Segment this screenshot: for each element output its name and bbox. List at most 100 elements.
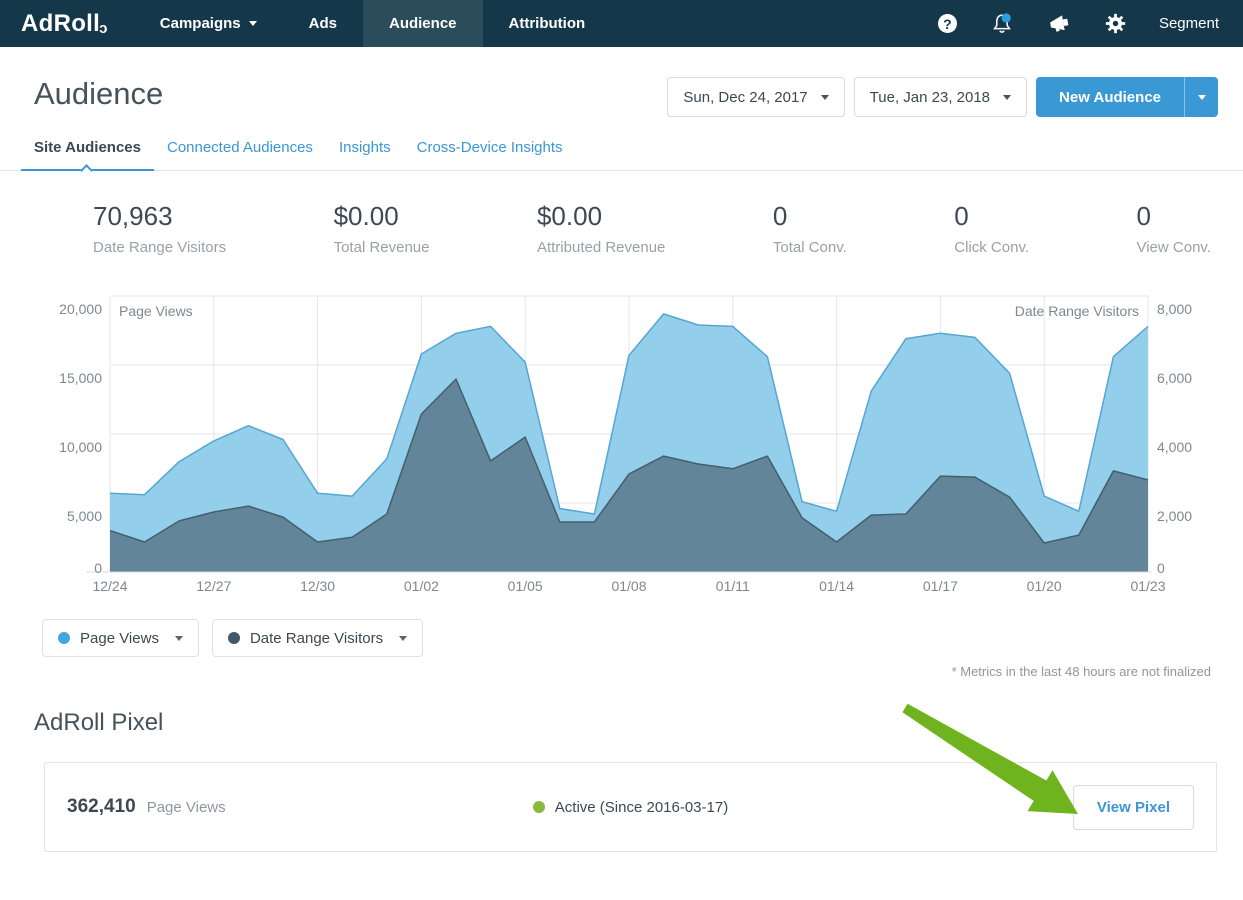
page-header: Audience Sun, Dec 24, 2017 Tue, Jan 23, … xyxy=(0,47,1243,117)
nav-item-attribution-label: Attribution xyxy=(509,15,586,32)
svg-text:01/05: 01/05 xyxy=(508,578,543,594)
new-audience-button[interactable]: New Audience xyxy=(1036,77,1184,117)
left-axis-title: Page Views xyxy=(119,303,193,319)
stat-date-range-visitors: 70,963 Date Range Visitors xyxy=(93,201,226,256)
page-views-series-dot xyxy=(58,632,70,644)
stat-value: 0 xyxy=(1136,201,1210,232)
metrics-footnote: * Metrics in the last 48 hours are not f… xyxy=(0,657,1243,679)
chevron-down-icon xyxy=(399,636,407,641)
stat-total-revenue: $0.00 Total Revenue xyxy=(334,201,430,256)
stat-label: Total Revenue xyxy=(334,239,430,256)
header-controls: Sun, Dec 24, 2017 Tue, Jan 23, 2018 New … xyxy=(667,77,1218,117)
pixel-actions: View Pixel xyxy=(728,785,1194,830)
nav-item-campaigns-label: Campaigns xyxy=(160,15,241,32)
audience-tabs: Site Audiences Connected Audiences Insig… xyxy=(0,139,1243,171)
primary-nav: Campaigns Ads Audience Attribution xyxy=(134,0,611,47)
legend-date-range-visitors-dropdown[interactable]: Date Range Visitors xyxy=(212,619,423,657)
stat-label: Attributed Revenue xyxy=(537,239,665,256)
stat-value: 0 xyxy=(773,201,847,232)
svg-text:01/17: 01/17 xyxy=(923,578,958,594)
pixel-page-views-value: 362,410 xyxy=(67,796,136,818)
legend-page-views-dropdown[interactable]: Page Views xyxy=(42,619,199,657)
nav-item-attribution[interactable]: Attribution xyxy=(483,0,612,47)
stat-value: $0.00 xyxy=(334,201,430,232)
chevron-down-icon xyxy=(821,95,829,100)
adroll-logo-curl: ɔ xyxy=(99,20,108,37)
stat-label: View Conv. xyxy=(1136,239,1210,256)
nav-item-audience[interactable]: Audience xyxy=(363,0,483,47)
view-pixel-button[interactable]: View Pixel xyxy=(1073,785,1194,830)
stat-label: Click Conv. xyxy=(954,239,1029,256)
pixel-page-views-group: 362,410 Page Views xyxy=(67,796,533,818)
tab-insights[interactable]: Insights xyxy=(326,139,404,170)
stats-row: 70,963 Date Range Visitors $0.00 Total R… xyxy=(0,171,1243,256)
chart-legend: Page Views Date Range Visitors xyxy=(0,594,1243,657)
right-axis-title: Date Range Visitors xyxy=(1015,303,1139,319)
segment-menu[interactable]: Segment xyxy=(1159,15,1219,32)
svg-text:0: 0 xyxy=(94,560,102,576)
navbar-right-group: ? xyxy=(938,0,1243,47)
bell-icon[interactable] xyxy=(990,12,1014,36)
stat-value: 0 xyxy=(954,201,1029,232)
tab-site-audiences[interactable]: Site Audiences xyxy=(21,139,154,170)
svg-text:01/20: 01/20 xyxy=(1027,578,1062,594)
svg-text:01/23: 01/23 xyxy=(1130,578,1165,594)
stat-attributed-revenue: $0.00 Attributed Revenue xyxy=(537,201,665,256)
stat-value: $0.00 xyxy=(537,201,665,232)
nav-item-ads[interactable]: Ads xyxy=(283,0,363,47)
nav-item-campaigns[interactable]: Campaigns xyxy=(134,0,283,47)
date-start-picker[interactable]: Sun, Dec 24, 2017 xyxy=(667,77,844,117)
svg-text:20,000: 20,000 xyxy=(59,301,102,317)
tab-cross-device-insights[interactable]: Cross-Device Insights xyxy=(404,139,576,170)
date-range-visitors-series-dot xyxy=(228,632,240,644)
pixel-page-views-label: Page Views xyxy=(147,799,226,816)
svg-text:01/14: 01/14 xyxy=(819,578,854,594)
new-audience-split-button: New Audience xyxy=(1036,77,1218,117)
date-end-picker[interactable]: Tue, Jan 23, 2018 xyxy=(854,77,1027,117)
pixel-status-group: Active (Since 2016-03-17) xyxy=(533,799,728,816)
legend-page-views-label: Page Views xyxy=(80,630,159,647)
nav-item-audience-label: Audience xyxy=(389,15,457,32)
stat-label: Total Conv. xyxy=(773,239,847,256)
megaphone-icon[interactable] xyxy=(1047,13,1072,35)
svg-text:8,000: 8,000 xyxy=(1157,301,1192,317)
top-navbar: AdRollɔ Campaigns Ads Audience Attributi… xyxy=(0,0,1243,47)
svg-text:12/27: 12/27 xyxy=(196,578,231,594)
svg-text:6,000: 6,000 xyxy=(1157,370,1192,386)
chevron-down-icon xyxy=(249,21,257,26)
legend-date-range-visitors-label: Date Range Visitors xyxy=(250,630,383,647)
svg-text:01/08: 01/08 xyxy=(611,578,646,594)
date-end-value: Tue, Jan 23, 2018 xyxy=(870,89,990,106)
new-audience-dropdown-toggle[interactable] xyxy=(1184,77,1218,117)
svg-text:0: 0 xyxy=(1157,560,1165,576)
adroll-pixel-heading: AdRoll Pixel xyxy=(34,709,1243,737)
stat-click-conv: 0 Click Conv. xyxy=(954,201,1029,256)
traffic-chart-svg: 0 5,000 10,000 15,000 20,000 0 2,000 4,000 6,000… xyxy=(0,294,1243,594)
active-status-dot xyxy=(533,801,545,813)
svg-text:12/30: 12/30 xyxy=(300,578,335,594)
svg-text:15,000: 15,000 xyxy=(59,370,102,386)
svg-text:01/02: 01/02 xyxy=(404,578,439,594)
svg-text:4,000: 4,000 xyxy=(1157,439,1192,455)
svg-text:01/11: 01/11 xyxy=(716,578,750,594)
adroll-logo-text: AdRoll xyxy=(21,10,100,38)
svg-text:2,000: 2,000 xyxy=(1157,508,1192,524)
stat-value: 70,963 xyxy=(93,201,226,232)
adroll-pixel-card: 362,410 Page Views Active (Since 2016-03… xyxy=(44,762,1217,852)
tab-connected-audiences[interactable]: Connected Audiences xyxy=(154,139,326,170)
chevron-down-icon xyxy=(1198,95,1206,100)
stat-label: Date Range Visitors xyxy=(93,239,226,256)
chevron-down-icon xyxy=(175,636,183,641)
chevron-down-icon xyxy=(1003,95,1011,100)
traffic-chart: 0 5,000 10,000 15,000 20,000 0 2,000 4,000 6,000… xyxy=(0,294,1243,594)
stat-view-conv: 0 View Conv. xyxy=(1136,201,1210,256)
svg-text:5,000: 5,000 xyxy=(67,508,102,524)
page-title: Audience xyxy=(34,77,163,111)
adroll-logo[interactable]: AdRollɔ xyxy=(0,0,134,47)
gear-icon[interactable] xyxy=(1105,13,1126,34)
notification-dot xyxy=(1002,13,1011,22)
svg-text:10,000: 10,000 xyxy=(59,439,102,455)
svg-text:12/24: 12/24 xyxy=(92,578,127,594)
help-icon[interactable]: ? xyxy=(938,14,957,33)
date-start-value: Sun, Dec 24, 2017 xyxy=(683,89,807,106)
